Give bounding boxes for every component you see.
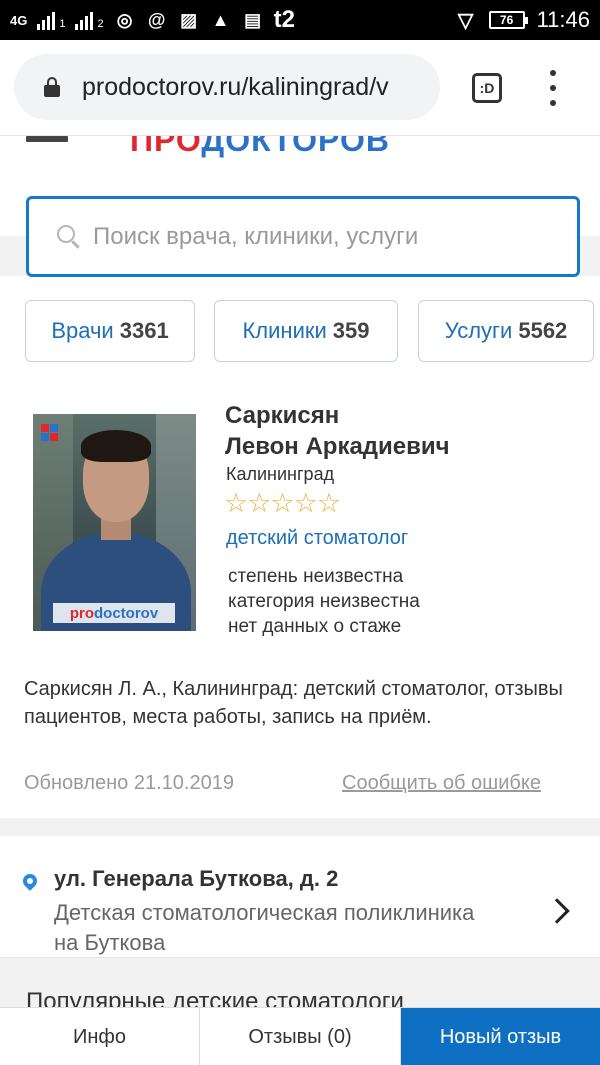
tab-info[interactable]: Инфо xyxy=(0,1008,200,1065)
doctor-photo[interactable]: pro doctorov xyxy=(33,414,196,631)
more-menu-button[interactable] xyxy=(546,70,560,106)
category-clinics-button[interactable]: Клиники 359 xyxy=(214,300,398,362)
network-type: 4G xyxy=(10,12,28,28)
warning-icon: ▲ xyxy=(211,9,230,30)
clinic-name: Детская стоматологическая поликлиника на… xyxy=(54,900,475,955)
lock-icon xyxy=(44,77,60,97)
chevron-right-icon xyxy=(544,898,570,924)
tab-reviews[interactable]: Отзывы (0) xyxy=(200,1008,401,1065)
site-header: ПРОДОКТОРОВ xyxy=(0,136,600,158)
clock: 11:46 xyxy=(536,7,590,32)
updated-date: Обновлено 21.10.2019 xyxy=(24,772,234,794)
bottom-tab-bar: Инфо Отзывы (0) Новый отзыв xyxy=(0,1007,600,1065)
doctor-description: Саркисян Л. А., Калининград: детский сто… xyxy=(24,678,563,728)
search-input[interactable] xyxy=(93,222,563,251)
carrier-logo: t2 xyxy=(273,6,295,33)
at-sign-icon: @ xyxy=(147,9,166,30)
address-street: ул. Генерала Буткова, д. 2 xyxy=(54,866,339,891)
popular-heading: Популярные детские стоматологи xyxy=(26,988,404,1008)
photo-watermark: pro doctorov xyxy=(53,603,175,623)
prodoctorov-badge-icon xyxy=(41,424,59,442)
category-services-button[interactable]: Услуги 5562 xyxy=(418,300,594,362)
status-bar: 4G 1 2 ◎ @ ▨ ▲ ▤ t2 ▽ 76 11:46 xyxy=(0,0,600,40)
instagram-icon: ◎ xyxy=(116,9,133,30)
search-box[interactable] xyxy=(26,196,580,277)
hamburger-menu-icon[interactable] xyxy=(26,136,68,142)
doctor-city: Калининград xyxy=(226,464,335,484)
url-text: prodoctorov.ru/kaliningrad/v xyxy=(82,72,389,101)
report-error-link[interactable]: Сообщить об ошибке xyxy=(342,772,541,795)
address-bar[interactable]: prodoctorov.ru/kaliningrad/v xyxy=(14,54,440,120)
signal-sim2-icon: 2 xyxy=(75,10,104,30)
browser-toolbar: prodoctorov.ru/kaliningrad/v :D xyxy=(0,40,600,136)
tab-switcher-button[interactable]: :D xyxy=(472,73,502,103)
signal-sim1-icon: 1 xyxy=(37,10,65,30)
popular-section: Популярные детские стоматологи xyxy=(0,958,600,1008)
sim-card-icon: ▤ xyxy=(244,9,262,30)
site-logo[interactable]: ПРОДОКТОРОВ xyxy=(130,136,390,158)
map-pin-icon xyxy=(20,871,40,894)
battery-icon: 76 xyxy=(488,11,528,29)
doctor-specialty-link[interactable]: детский стоматолог xyxy=(226,527,408,550)
search-icon xyxy=(57,224,81,249)
doctor-name: Саркисян Левон Аркадиевич xyxy=(225,402,450,460)
doctor-meta: степень неизвестна категория неизвестна … xyxy=(228,566,420,637)
rating-stars-icon: ☆☆☆☆☆ xyxy=(224,488,341,518)
new-review-button[interactable]: Новый отзыв xyxy=(401,1008,600,1065)
wifi-icon: ▽ xyxy=(457,9,474,32)
category-doctors-button[interactable]: Врачи 3361 xyxy=(25,300,195,362)
workplace-item[interactable]: ул. Генерала Буткова, д. 2 Детская стома… xyxy=(0,818,600,958)
image-icon: ▨ xyxy=(180,9,198,30)
